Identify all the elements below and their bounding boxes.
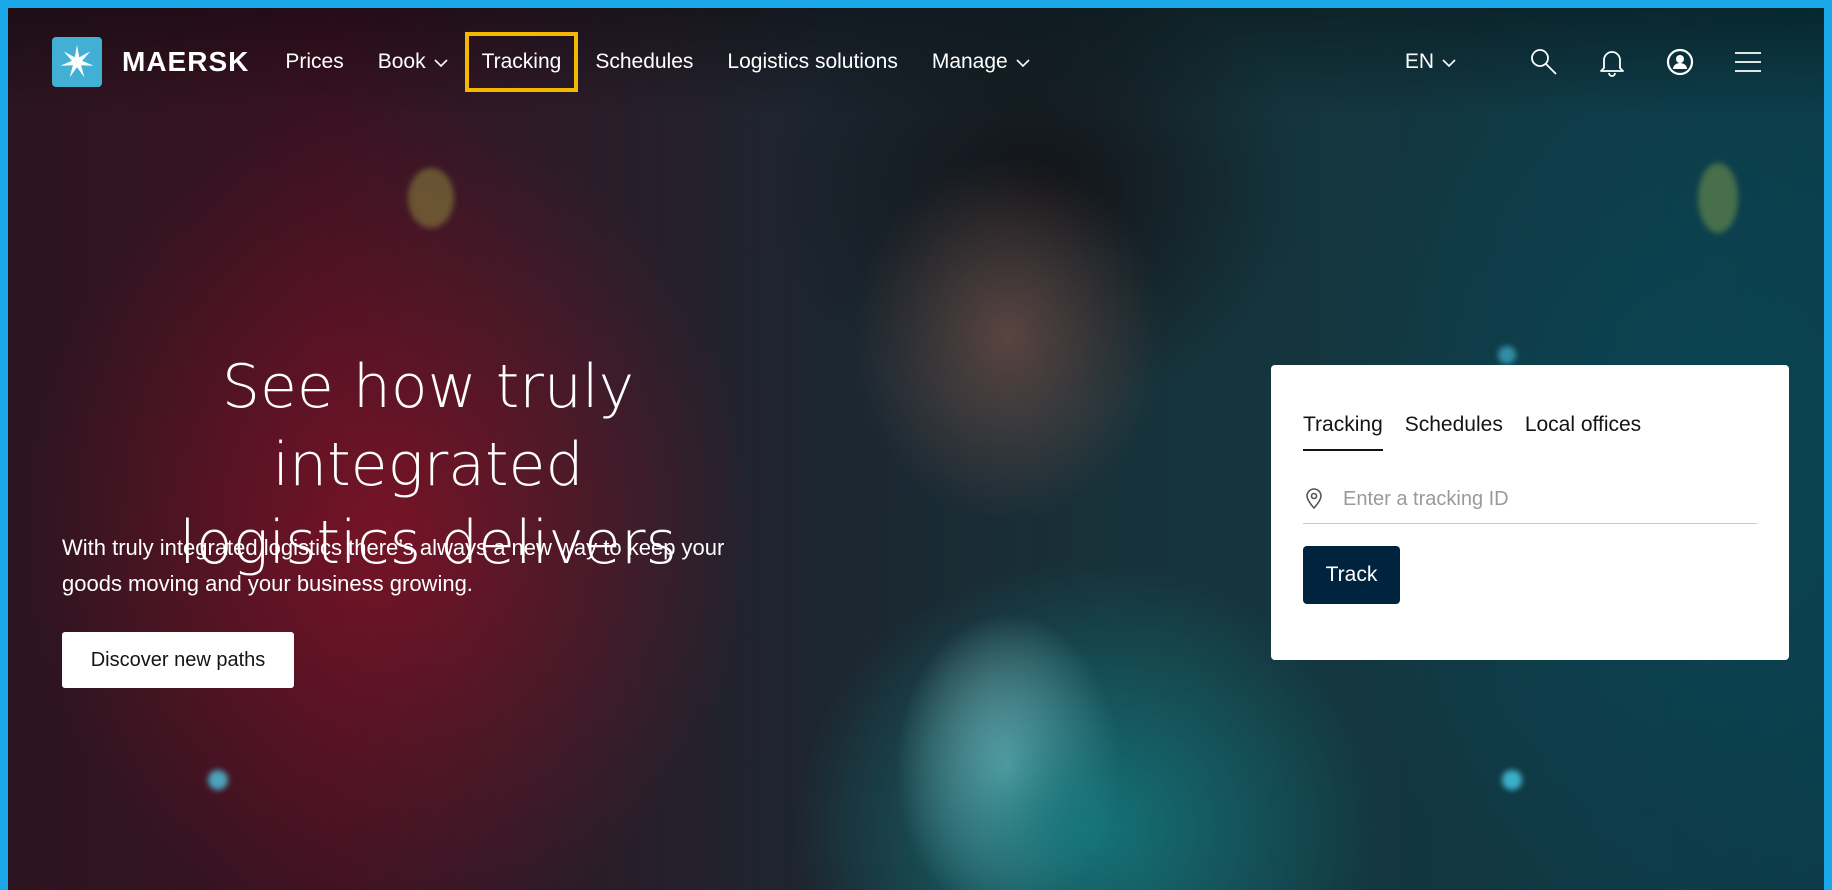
tab-tracking[interactable]: Tracking (1303, 413, 1383, 451)
menu-icon[interactable] (1732, 46, 1764, 78)
chevron-down-icon (434, 50, 448, 74)
language-label: EN (1404, 50, 1434, 73)
nav-item-book[interactable]: Book (378, 50, 448, 74)
nav-item-label: Manage (931, 50, 1008, 73)
bokeh-light (1698, 163, 1738, 233)
tracking-id-input[interactable] (1343, 487, 1743, 511)
track-button[interactable]: Track (1303, 546, 1400, 604)
nav-item-schedules[interactable]: Schedules (595, 50, 693, 74)
bokeh-light (1498, 346, 1516, 364)
bokeh-light (208, 770, 228, 790)
nav-item-label: Schedules (595, 50, 694, 73)
hero-headline-line: See how truly integrated (221, 352, 635, 500)
user-icon[interactable] (1664, 46, 1696, 78)
star-logo-icon (52, 37, 102, 87)
tracking-widget: Tracking Schedules Local offices Track (1271, 365, 1789, 660)
hero-subtext-line: goods moving and your business growing. (62, 571, 473, 596)
bell-icon[interactable] (1596, 46, 1628, 78)
hero-subtext: With truly integrated logistics there’s … (62, 530, 822, 602)
chevron-down-icon (1016, 50, 1030, 74)
browser-frame: MAERSK Prices Book Tracking Schedules Lo… (0, 0, 1832, 890)
bokeh-light (408, 168, 454, 228)
nav-item-label: Prices (285, 50, 344, 73)
tab-schedules[interactable]: Schedules (1405, 413, 1503, 451)
widget-tabs: Tracking Schedules Local offices (1303, 413, 1757, 451)
nav-item-tracking[interactable]: Tracking (464, 32, 579, 92)
chevron-down-icon (1442, 50, 1456, 74)
discover-new-paths-button[interactable]: Discover new paths (62, 632, 294, 688)
nav-item-label: Tracking (481, 50, 562, 73)
hero-subtext-line: With truly integrated logistics there’s … (62, 535, 725, 560)
nav-item-manage[interactable]: Manage (932, 50, 1030, 74)
tab-local-offices[interactable]: Local offices (1525, 413, 1641, 451)
nav-utilities: EN (1405, 8, 1764, 116)
search-icon[interactable] (1528, 46, 1560, 78)
maersk-logo[interactable]: MAERSK (52, 37, 249, 87)
bokeh-light (1502, 770, 1522, 790)
nav-item-prices[interactable]: Prices (285, 50, 343, 74)
nav-item-label: Book (377, 50, 426, 73)
top-navigation: MAERSK Prices Book Tracking Schedules Lo… (8, 8, 1824, 116)
brand-name: MAERSK (122, 46, 250, 77)
location-pin-icon (1303, 487, 1325, 511)
language-selector[interactable]: EN (1405, 50, 1456, 74)
nav-item-label: Logistics solutions (727, 50, 898, 73)
nav-item-logistics-solutions[interactable]: Logistics solutions (727, 50, 897, 74)
tracking-input-row (1303, 487, 1757, 524)
